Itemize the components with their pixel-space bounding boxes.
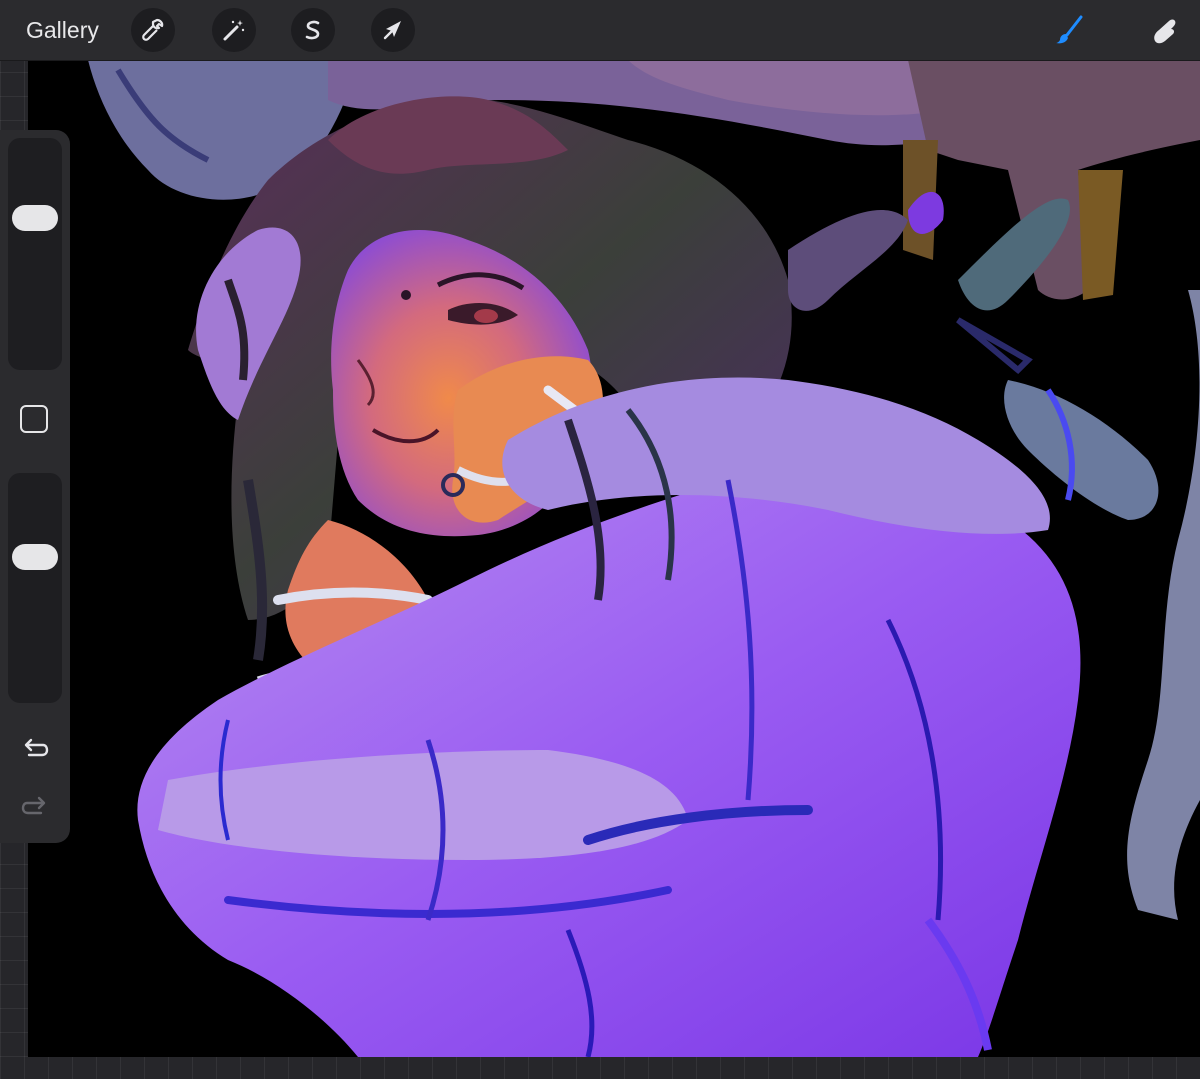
smudge-finger-icon	[1154, 19, 1176, 44]
left-sidebar	[0, 130, 70, 843]
undo-icon[interactable]	[18, 732, 52, 766]
selection-s-icon	[305, 20, 320, 40]
procreate-app: Gallery	[0, 0, 1200, 1079]
redo-icon[interactable]	[18, 790, 52, 824]
drawing-canvas[interactable]	[28, 60, 1200, 1057]
brush-icon	[1056, 15, 1083, 44]
magic-wand-icon	[223, 20, 245, 41]
square-modify-icon[interactable]	[20, 405, 48, 433]
brush-size-thumb[interactable]	[12, 205, 58, 232]
smudge-button[interactable]	[1142, 8, 1186, 52]
wrench-icon	[142, 18, 164, 41]
brush-button[interactable]	[1047, 8, 1091, 52]
adjustments-button[interactable]	[212, 8, 256, 52]
opacity-slider[interactable]	[8, 473, 62, 703]
selection-button[interactable]	[291, 8, 335, 52]
transform-button[interactable]	[371, 8, 415, 52]
opacity-thumb[interactable]	[12, 543, 58, 570]
brush-size-slider[interactable]	[8, 138, 62, 370]
actions-button[interactable]	[131, 8, 175, 52]
artwork-figure	[88, 60, 1200, 1057]
arrow-cursor-icon	[383, 21, 401, 40]
top-toolbar: Gallery	[0, 0, 1200, 61]
gallery-button[interactable]: Gallery	[14, 12, 111, 48]
